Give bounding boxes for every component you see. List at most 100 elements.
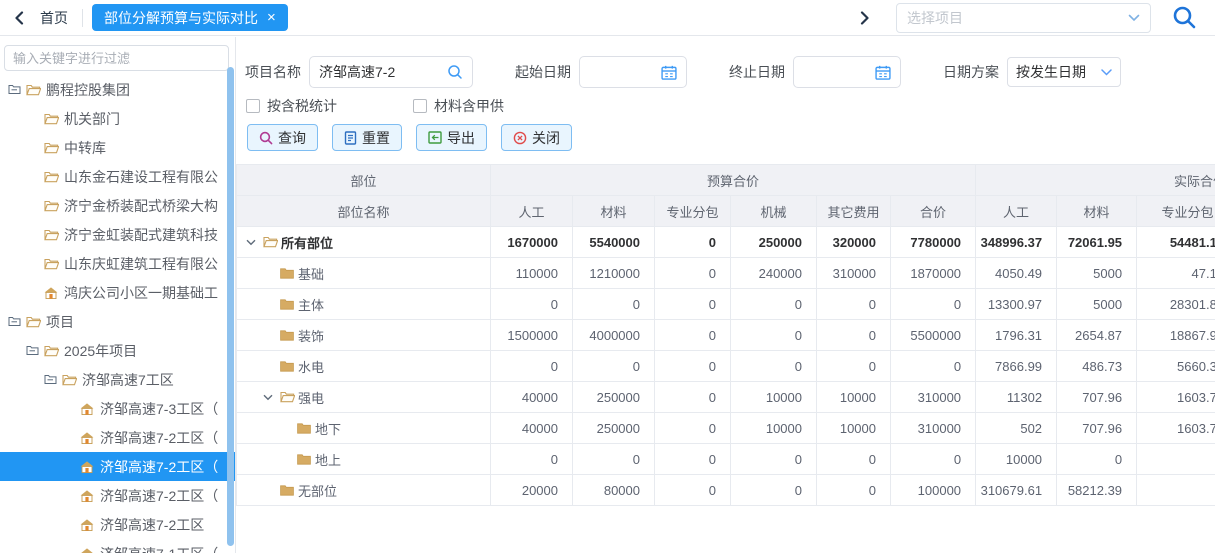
reset-button[interactable]: 重置 xyxy=(332,124,402,151)
project-name-field[interactable] xyxy=(309,56,473,88)
part-name: 主体 xyxy=(298,295,324,314)
tree-node[interactable]: 济邹高速7-2工区（ xyxy=(0,452,235,481)
tab-active[interactable]: 部位分解预算与实际对比 × xyxy=(92,4,288,31)
tree-node[interactable]: 鸿庆公司小区一期基础工 xyxy=(0,278,235,307)
table-row[interactable]: 强电400002500000100001000031000011302707.9… xyxy=(237,382,1215,413)
project-select[interactable]: 选择项目 xyxy=(896,3,1151,33)
value-cell: 18867.92 xyxy=(1137,320,1215,351)
tree-node[interactable]: 山东金石建设工程有限公 xyxy=(0,162,235,191)
home-icon xyxy=(80,548,99,553)
tree-node[interactable]: 济邹高速7-2工区（ xyxy=(0,423,235,452)
value-cell: 0 xyxy=(655,227,731,258)
date-scheme-label: 日期方案 xyxy=(943,62,999,82)
group-header-part: 部位 xyxy=(237,165,491,196)
end-date-label: 终止日期 xyxy=(729,62,785,82)
part-name: 强电 xyxy=(298,388,324,407)
project-name-label: 项目名称 xyxy=(245,62,301,82)
value-cell: 1670000 xyxy=(491,227,573,258)
calendar-icon[interactable] xyxy=(661,65,677,80)
part-name-cell: 无部位 xyxy=(237,475,491,506)
tab-home[interactable]: 首页 xyxy=(40,8,68,28)
tree-node-label: 中转库 xyxy=(64,138,106,158)
folder-open-icon xyxy=(263,236,281,248)
date-scheme-select[interactable]: 按发生日期 xyxy=(1007,57,1121,87)
end-date-input[interactable] xyxy=(803,64,869,80)
folder-open-icon xyxy=(44,200,63,212)
table-row[interactable]: 水电0000007866.99486.735660.38 xyxy=(237,351,1215,382)
tree-node-label: 2025年项目 xyxy=(64,341,137,361)
value-cell: 10000 xyxy=(731,382,817,413)
table-row[interactable]: 无部位2000080000000100000310679.6158212.390 xyxy=(237,475,1215,506)
tree-node-label: 济邹高速7工区 xyxy=(82,370,174,390)
value-cell: 54481.13 xyxy=(1137,227,1215,258)
folder-icon xyxy=(280,299,298,310)
value-cell: 0 xyxy=(891,351,976,382)
nav-back-icon[interactable] xyxy=(14,11,24,25)
part-name-cell: 强电 xyxy=(237,382,491,413)
value-cell: 4000000 xyxy=(573,320,655,351)
end-date-field[interactable] xyxy=(793,56,901,88)
value-cell: 7780000 xyxy=(891,227,976,258)
value-cell: 0 xyxy=(891,289,976,320)
tree-node[interactable]: 济邹高速7-3工区（ xyxy=(0,394,235,423)
row-expander-icon[interactable] xyxy=(246,239,263,246)
value-cell: 40000 xyxy=(491,413,573,444)
tree-node[interactable]: 机关部门 xyxy=(0,104,235,133)
tree-node[interactable]: 济邹高速7-2工区 xyxy=(0,510,235,539)
tree-node[interactable]: 2025年项目 xyxy=(0,336,235,365)
column-header: 人工 xyxy=(491,196,573,227)
home-icon xyxy=(80,403,99,415)
export-button[interactable]: 导出 xyxy=(416,124,487,151)
tree-expander-icon[interactable] xyxy=(26,345,44,356)
table-row[interactable]: 所有部位167000055400000250000320000778000034… xyxy=(237,227,1215,258)
start-date-input[interactable] xyxy=(589,64,655,80)
tax-included-checkbox[interactable] xyxy=(246,99,260,113)
value-cell: 0 xyxy=(817,289,891,320)
filter-form: 项目名称 起始日期 终止日期 xyxy=(245,56,1215,88)
tree-node[interactable]: 项目 xyxy=(0,307,235,336)
tree-expander-icon[interactable] xyxy=(8,84,26,95)
part-name-cell: 主体 xyxy=(237,289,491,320)
tree-node[interactable]: 鹏程控股集团 xyxy=(0,75,235,104)
reset-icon xyxy=(344,131,357,145)
calendar-icon[interactable] xyxy=(875,65,891,80)
part-name: 地下 xyxy=(315,419,341,438)
table-row[interactable]: 装饰1500000400000000055000001796.312654.87… xyxy=(237,320,1215,351)
value-cell: 0 xyxy=(655,258,731,289)
query-button[interactable]: 查询 xyxy=(247,124,318,151)
tree-node[interactable]: 济邹高速7-2工区（ xyxy=(0,481,235,510)
tree-node[interactable]: 济宁金桥装配式桥梁大构 xyxy=(0,191,235,220)
tree-node[interactable]: 中转库 xyxy=(0,133,235,162)
table-row[interactable]: 基础1100001210000024000031000018700004050.… xyxy=(237,258,1215,289)
start-date-field[interactable] xyxy=(579,56,687,88)
row-expander-icon[interactable] xyxy=(263,394,280,401)
tree-node[interactable]: 济宁金虹装配式建筑科技 xyxy=(0,220,235,249)
tab-divider xyxy=(82,9,83,27)
home-icon xyxy=(80,490,99,502)
column-header: 其它费用 xyxy=(817,196,891,227)
value-cell: 0 xyxy=(817,444,891,475)
project-name-input[interactable] xyxy=(319,64,441,80)
tree-node[interactable]: 济邹高速7工区 xyxy=(0,365,235,394)
value-cell: 40000 xyxy=(491,382,573,413)
sidebar-scrollbar[interactable] xyxy=(227,67,234,546)
value-cell: 1603.77 xyxy=(1137,413,1215,444)
tree-expander-icon[interactable] xyxy=(8,316,26,327)
table-row[interactable]: 主体00000013300.97500028301.89 xyxy=(237,289,1215,320)
close-button[interactable]: 关闭 xyxy=(501,124,572,151)
column-header: 人工 xyxy=(976,196,1057,227)
material-supplied-checkbox[interactable] xyxy=(413,99,427,113)
value-cell: 0 xyxy=(491,289,573,320)
part-name-wrap: 所有部位 xyxy=(237,233,490,252)
value-cell: 4050.49 xyxy=(976,258,1057,289)
tree-node[interactable]: 山东庆虹建筑工程有限公 xyxy=(0,249,235,278)
global-search-icon[interactable] xyxy=(1172,5,1197,30)
nav-forward-icon[interactable] xyxy=(860,11,870,25)
search-icon[interactable] xyxy=(447,64,463,80)
tree-expander-icon[interactable] xyxy=(44,374,62,385)
tab-close-icon[interactable]: × xyxy=(267,10,276,25)
tree-node[interactable]: 济邹高速7-1工区（ xyxy=(0,539,235,553)
table-row[interactable]: 地下4000025000001000010000310000502707.961… xyxy=(237,413,1215,444)
tree-filter-input[interactable] xyxy=(4,45,229,71)
table-row[interactable]: 地上0000001000000 xyxy=(237,444,1215,475)
